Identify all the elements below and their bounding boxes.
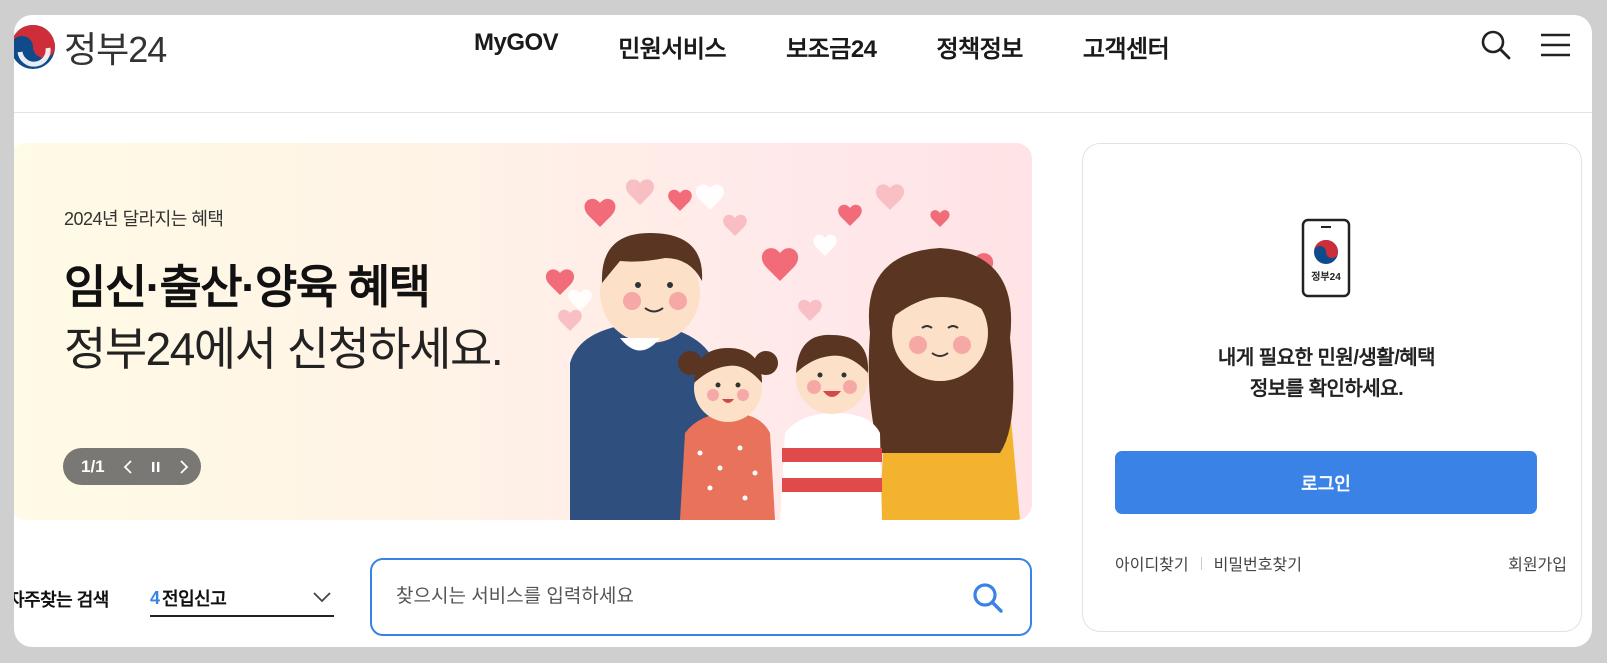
site-logo[interactable]: 정부24	[14, 21, 167, 73]
banner-next-button[interactable]	[175, 457, 193, 477]
banner-counter: 1/1	[81, 456, 105, 476]
page: 정부24 MyGOV 민원서비스 보조금24 정책정보 고객센터 2024년 달…	[14, 15, 1592, 647]
login-button[interactable]: 로그인	[1115, 451, 1537, 514]
search-submit-icon[interactable]	[972, 582, 1004, 614]
main-nav: MyGOV 민원서비스 보조금24 정책정보 고객센터	[474, 29, 1199, 64]
chevron-down-icon	[313, 592, 331, 603]
link-divider	[1200, 556, 1202, 570]
nav-subsidy24[interactable]: 보조금24	[756, 29, 906, 64]
nav-policy-info[interactable]: 정책정보	[907, 29, 1053, 64]
header: 정부24 MyGOV 민원서비스 보조금24 정책정보 고객센터	[14, 15, 1592, 113]
find-id-link[interactable]: 아이디찾기	[1115, 551, 1189, 575]
taeguk-logo-icon	[14, 25, 55, 69]
banner-title: 임신·출산·양육 혜택	[64, 261, 431, 313]
login-message-line2: 정보를 확인하세요.	[1249, 378, 1404, 400]
logo-text: 정부24	[64, 29, 167, 70]
banner-pause-button[interactable]	[147, 457, 165, 477]
frequent-search-rank: 4	[150, 587, 161, 608]
signup-link[interactable]: 회원가입	[1508, 551, 1567, 575]
login-message-line1: 내게 필요한 민원/생활/혜택	[1217, 347, 1436, 369]
search-icon[interactable]	[1480, 29, 1512, 61]
frequent-search-label: 자주찾는 검색	[14, 590, 109, 610]
phone-caption: 정부24	[1311, 270, 1341, 283]
banner-prev-button[interactable]	[119, 457, 137, 477]
chevron-left-icon	[123, 459, 132, 474]
frequent-search-dropdown[interactable]: 4 전입신고	[150, 581, 334, 617]
banner-subtitle: 정부24에서 신청하세요.	[64, 323, 504, 375]
nav-mygov[interactable]: MyGOV	[474, 29, 588, 64]
login-links: 아이디찾기 비밀번호찾기	[1115, 551, 1302, 575]
find-password-link[interactable]: 비밀번호찾기	[1214, 551, 1302, 575]
banner-eyebrow: 2024년 달라지는 혜택	[64, 209, 224, 229]
chevron-right-icon	[180, 459, 188, 474]
pause-icon	[151, 461, 160, 472]
nav-civil-service[interactable]: 민원서비스	[588, 29, 756, 64]
hamburger-menu-icon[interactable]	[1538, 29, 1570, 61]
frequent-search-value: 전입신고	[162, 589, 227, 609]
hero-banner[interactable]: 2024년 달라지는 혜택 임신·출산·양육 혜택 정부24에서 신청하세요. …	[14, 143, 1032, 520]
banner-controls: 1/1	[63, 448, 201, 485]
search-input[interactable]	[372, 577, 932, 617]
login-panel: 정부24 내게 필요한 민원/생활/혜택 정보를 확인하세요. 로그인 아이디찾…	[1082, 143, 1582, 632]
mobile-phone-icon: 정부24	[1301, 218, 1351, 298]
nav-customer-center[interactable]: 고객센터	[1053, 29, 1199, 64]
family-illustration	[545, 179, 1020, 520]
search-box	[370, 558, 1032, 636]
